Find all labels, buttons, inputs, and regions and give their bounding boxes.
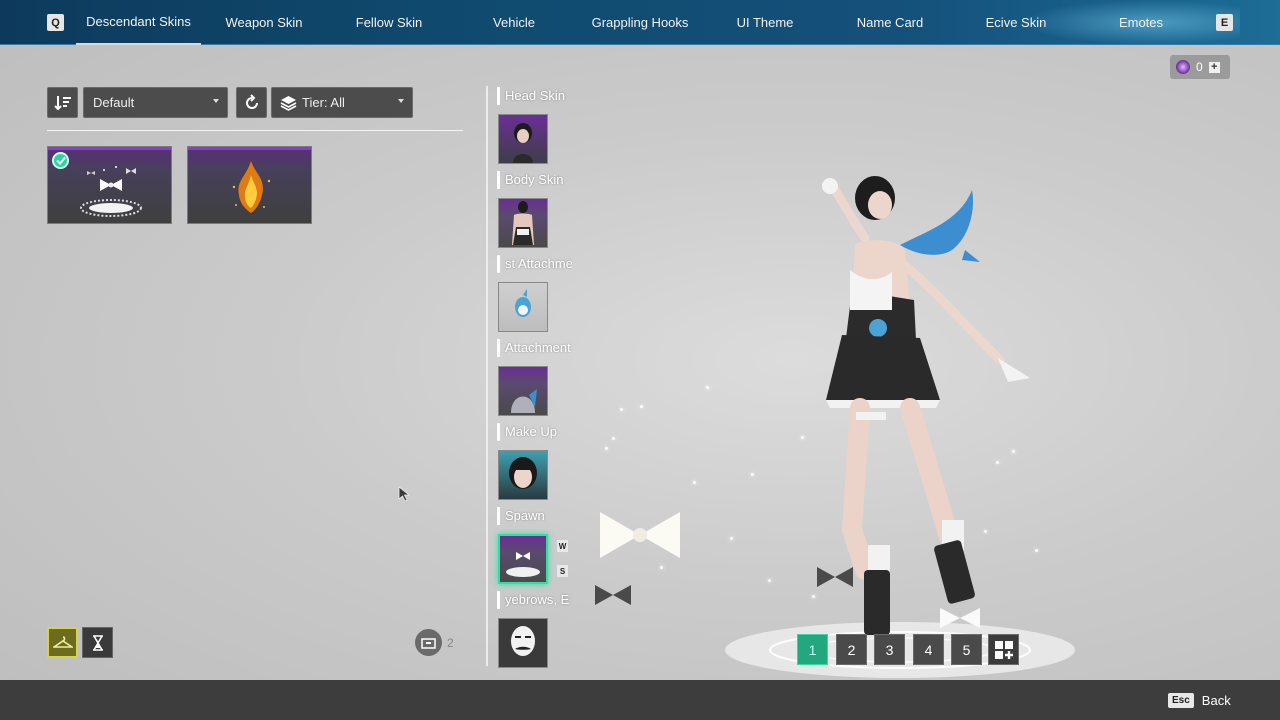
storage-button[interactable] (415, 629, 442, 656)
tab-vehicle[interactable]: Vehicle (459, 0, 569, 45)
grid-add-icon (994, 640, 1013, 659)
bottom-bar: Esc Back (0, 680, 1280, 720)
face-placeholder-icon (511, 626, 535, 656)
chevron-down-icon (213, 99, 219, 103)
preset-button-3[interactable]: 3 (874, 634, 905, 665)
add-preset-button[interactable] (988, 634, 1019, 665)
tier-filter-value: Tier: All (302, 95, 345, 110)
preset-button-4[interactable]: 4 (913, 634, 944, 665)
character-preview[interactable] (580, 150, 1100, 690)
limited-filter-button[interactable] (82, 627, 113, 658)
preset-button-1[interactable]: 1 (797, 634, 828, 665)
hourglass-icon (92, 634, 103, 651)
tab-ecive-skin[interactable]: Ecive Skin (961, 0, 1071, 45)
tab-ui-theme[interactable]: UI Theme (710, 0, 820, 45)
storage-box-icon (421, 637, 436, 649)
slot-make-up[interactable] (498, 450, 548, 500)
preset-button-5[interactable]: 5 (951, 634, 982, 665)
slot-chest-attachment[interactable] (498, 282, 548, 332)
tab-grappling-hooks[interactable]: Grappling Hooks (580, 0, 700, 45)
slot-label-head-skin: Head Skin (497, 87, 572, 105)
equipped-check-icon (52, 152, 69, 169)
slot-back-attachment[interactable] (498, 366, 548, 416)
layers-icon (280, 95, 297, 111)
make-up-thumbnail (509, 457, 537, 489)
sort-order-button[interactable] (47, 87, 78, 118)
tab-fellow-skin[interactable]: Fellow Skin (334, 0, 444, 45)
slot-key-hint-w: W (557, 540, 568, 552)
slot-label-body-skin: Body Skin (497, 171, 572, 189)
refresh-icon (245, 93, 258, 109)
tab-emotes[interactable]: Emotes (1100, 0, 1182, 45)
tab-name-card[interactable]: Name Card (835, 0, 945, 45)
equipped-filter-button[interactable] (47, 627, 78, 658)
rarity-bar (48, 147, 171, 150)
slot-head-skin[interactable] (498, 114, 548, 164)
rarity-bar (188, 147, 311, 150)
slot-label-spawn: Spawn (497, 507, 572, 525)
next-tab-key-hint[interactable]: E (1216, 14, 1233, 31)
item-card-spawn-bow[interactable] (47, 146, 172, 224)
chevron-down-icon (398, 99, 404, 103)
back-attachment-thumbnail (511, 389, 537, 413)
slot-spawn[interactable] (498, 534, 548, 584)
tab-descendant-skins[interactable]: Descendant Skins (76, 0, 201, 45)
slot-eyebrows[interactable] (498, 618, 548, 668)
add-currency-icon[interactable]: + (1208, 61, 1220, 73)
currency-coin-icon (1176, 60, 1190, 74)
slot-column-divider (486, 86, 488, 666)
top-nav: Q Descendant Skins Weapon Skin Fellow Sk… (0, 0, 1280, 45)
slot-label-back-attachment: Attachment (497, 339, 572, 357)
esc-key-hint: Esc (1168, 692, 1194, 708)
fire-effect-thumbnail (232, 161, 271, 213)
hanger-icon (52, 635, 73, 648)
storage-count: 2 (447, 636, 454, 650)
tab-weapon-skin[interactable]: Weapon Skin (209, 0, 319, 45)
sort-descending-icon (53, 95, 71, 110)
sort-dropdown-value: Default (93, 95, 135, 110)
currency-value: 0 (1196, 60, 1203, 74)
back-button[interactable]: Esc Back (1168, 690, 1231, 710)
body-skin-thumbnail (512, 201, 534, 245)
preset-button-2[interactable]: 2 (836, 634, 867, 665)
slot-label-eyebrows: yebrows, E (497, 591, 572, 609)
slot-label-make-up: Make Up (497, 423, 572, 441)
head-skin-thumbnail (513, 123, 533, 163)
reset-filter-button[interactable] (236, 87, 267, 118)
prev-tab-key-hint[interactable]: Q (47, 14, 64, 31)
bow-effect-thumbnail (80, 166, 142, 217)
item-card-spawn-fire[interactable] (187, 146, 312, 224)
shark-badge-thumbnail (515, 289, 531, 317)
mouse-cursor-icon (398, 486, 411, 502)
slot-body-skin[interactable] (498, 198, 548, 248)
spawn-thumbnail (506, 552, 540, 577)
slot-label-chest-attachment: st Attachme (497, 255, 572, 273)
back-label: Back (1201, 692, 1231, 708)
sort-dropdown[interactable]: Default (83, 87, 228, 118)
toolbar-divider (47, 130, 463, 131)
currency-display[interactable]: 0 + (1170, 55, 1230, 79)
slot-key-hint-s: S (557, 565, 568, 577)
tier-filter-dropdown[interactable]: Tier: All (271, 87, 413, 118)
